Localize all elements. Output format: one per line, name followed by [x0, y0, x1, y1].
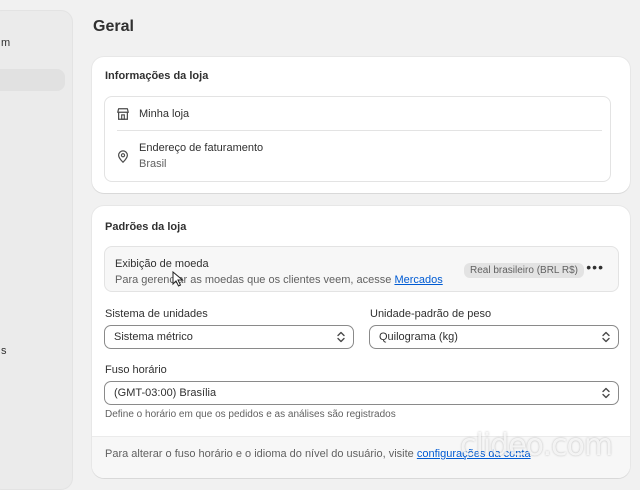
- mouse-cursor-icon: [172, 271, 184, 287]
- unit-system-label: Sistema de unidades: [105, 308, 208, 320]
- store-info-title: Informações da loja: [105, 70, 209, 82]
- watermark: clideo.com: [460, 428, 613, 463]
- chevron-up-down-icon: [602, 387, 610, 399]
- billing-address-row[interactable]: Endereço de faturamento Brasil: [105, 131, 610, 181]
- page-title: Geral: [93, 18, 134, 35]
- sidebar-item-active[interactable]: [0, 69, 65, 91]
- more-horizontal-icon[interactable]: •••: [586, 259, 604, 275]
- store-info-box: Minha loja Endereço de faturamento Brasi…: [104, 96, 611, 182]
- billing-address-label: Endereço de faturamento: [139, 142, 264, 154]
- currency-display-label: Exibição de moeda: [115, 258, 209, 270]
- location-pin-icon: [118, 150, 128, 164]
- chevron-up-down-icon: [337, 331, 345, 343]
- billing-address-value: Brasil: [139, 158, 167, 170]
- store-defaults-title: Padrões da loja: [105, 221, 187, 233]
- timezone-label: Fuso horário: [105, 364, 167, 376]
- store-icon: [117, 108, 129, 120]
- weight-unit-select[interactable]: Quilograma (kg): [369, 325, 619, 349]
- unit-system-select[interactable]: Sistema métrico: [104, 325, 354, 349]
- store-name: Minha loja: [139, 108, 190, 120]
- chevron-up-down-icon: [602, 331, 610, 343]
- store-name-row[interactable]: Minha loja: [105, 97, 610, 130]
- sidebar-item-partial-bottom[interactable]: s: [1, 345, 7, 357]
- timezone-value: (GMT-03:00) Brasília: [114, 387, 217, 399]
- currency-display-description: Para gerenciar as moedas que os clientes…: [115, 274, 443, 286]
- sidebar-item-partial[interactable]: m: [1, 37, 10, 49]
- weight-unit-label: Unidade-padrão de peso: [370, 308, 492, 320]
- store-info-card: Informações da loja Minha loja Endereço …: [92, 57, 630, 193]
- currency-badge: Real brasileiro (BRL R$): [464, 263, 584, 278]
- currency-description-text: Para gerenciar as moedas que os clientes…: [115, 274, 392, 286]
- timezone-help-text: Define o horário em que os pedidos e as …: [105, 409, 396, 420]
- footer-description: Para alterar o fuso horário e o idioma d…: [105, 448, 414, 460]
- markets-link[interactable]: Mercados: [394, 274, 442, 286]
- timezone-select[interactable]: (GMT-03:00) Brasília: [104, 381, 619, 405]
- sidebar: m s: [0, 10, 73, 490]
- weight-unit-value: Quilograma (kg): [379, 331, 458, 343]
- unit-system-value: Sistema métrico: [114, 331, 193, 343]
